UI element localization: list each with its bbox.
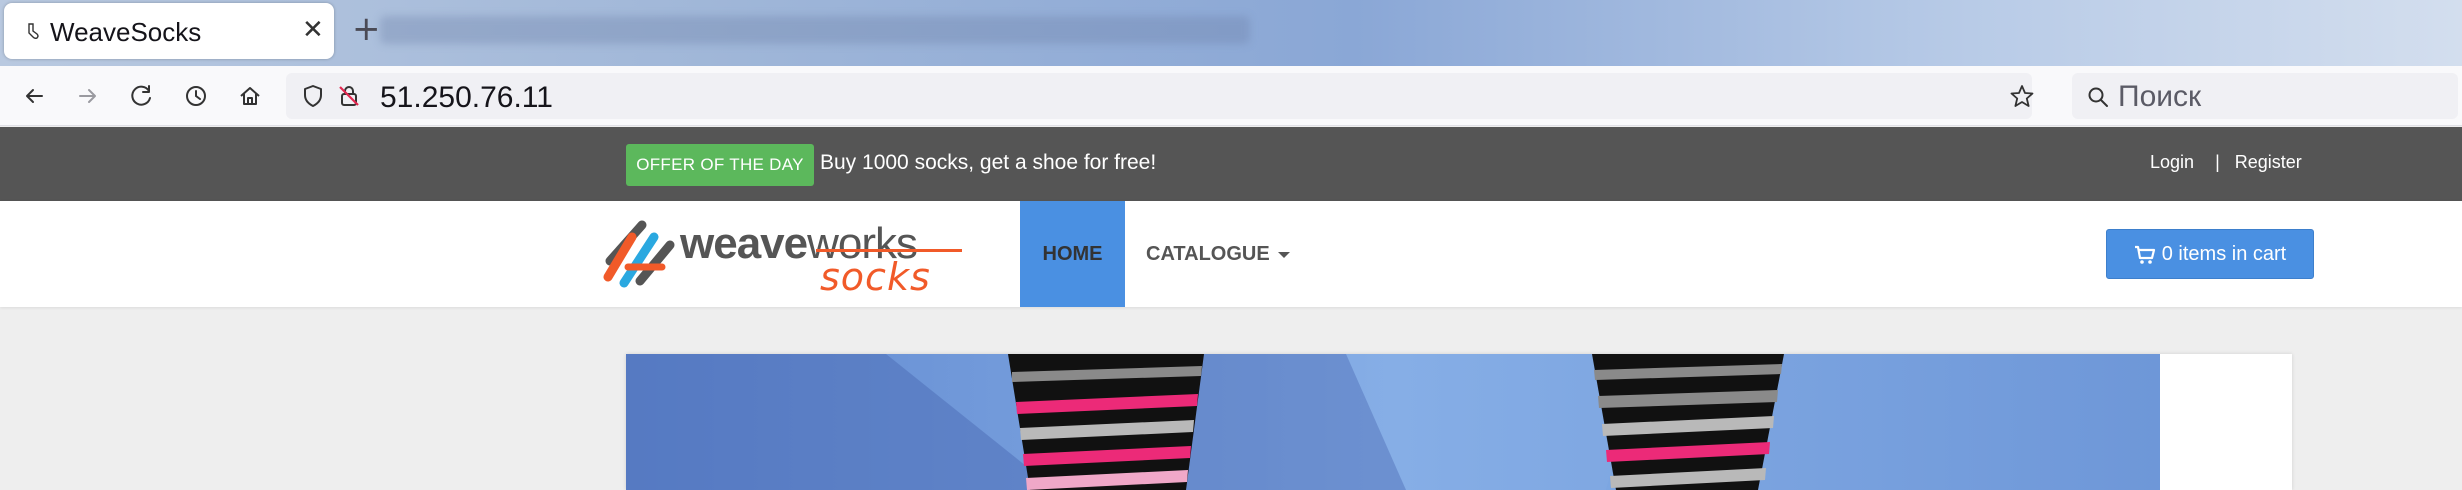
striped-socks-photo [626,354,2160,490]
account-links: Login | Register [2150,152,2308,173]
browser-tab-strip: WeaveSocks ✕ + [0,0,2462,66]
browser-toolbar: 51.250.76.11 Поиск [0,66,2462,126]
nav-home[interactable]: HOME [1020,201,1125,307]
search-input[interactable]: Поиск [2118,80,2201,114]
back-icon[interactable] [20,82,48,110]
link-separator: | [2215,152,2220,172]
login-link[interactable]: Login [2150,152,2194,172]
new-tab-icon[interactable]: + [352,12,381,46]
insecure-lock-icon[interactable] [336,83,362,109]
nav-catalogue-label: CATALOGUE [1146,243,1270,265]
right-sock [1592,354,1784,490]
logo-strikethrough [816,249,962,252]
content-panel [626,354,2292,490]
logo-socks-text: socks [820,255,931,299]
shopping-cart-icon [2134,245,2155,264]
home-icon[interactable] [236,82,264,110]
search-icon [2088,87,2108,107]
register-link[interactable]: Register [2235,152,2302,172]
offer-text: Buy 1000 socks, get a shoe for free! [820,151,1157,174]
offer-of-the-day-badge[interactable]: OFFER OF THE DAY [626,144,814,186]
caret-down-icon [1277,251,1290,258]
tab-close-icon[interactable]: ✕ [302,17,324,43]
blurred-background-tabs [380,16,1250,44]
site-topbar: OFFER OF THE DAY Buy 1000 socks, get a s… [0,127,2462,201]
sock-favicon-icon [28,23,39,39]
tab-title: WeaveSocks [50,17,202,47]
nav-catalogue-dropdown[interactable]: CATALOGUE [1146,201,1290,307]
hero-banner-image[interactable] [626,354,2160,490]
url-text[interactable]: 51.250.76.11 [380,81,553,115]
shield-icon[interactable] [300,83,326,109]
left-sock [1008,354,1204,490]
search-bar[interactable]: Поиск [2072,73,2458,119]
weaveworks-socks-logo[interactable]: weaveworks socks [602,213,962,299]
logo-weave-text: weave [680,219,808,268]
weaveworks-mark-icon [603,220,675,288]
main-navigation: weaveworks socks HOME CATALOGUE 0 items … [0,201,2462,307]
cart-button[interactable]: 0 items in cart [2106,229,2314,279]
reload-icon[interactable] [128,82,156,110]
address-bar[interactable]: 51.250.76.11 [286,73,2034,119]
cart-label: 0 items in cart [2161,243,2287,265]
browser-tab[interactable]: WeaveSocks ✕ [4,3,334,59]
forward-icon[interactable] [74,82,102,110]
bookmark-star-icon[interactable] [2008,83,2036,111]
history-icon[interactable] [182,82,210,110]
